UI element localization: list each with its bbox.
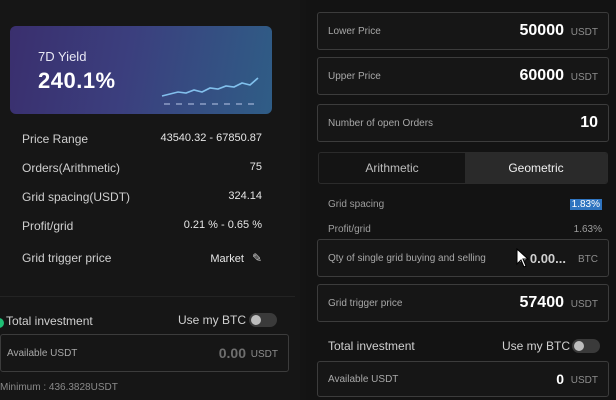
toggle-knob [574, 341, 584, 351]
stat-key: Grid spacing(USDT) [22, 190, 131, 204]
stat-profit-grid: Profit/grid 0.21 % - 0.65 % [22, 219, 262, 237]
qty-single-grid-unit: BTC [578, 254, 598, 265]
available-usdt-unit: USDT [250, 349, 278, 360]
tab-arithmetic[interactable]: Arithmetic [319, 153, 465, 183]
total-investment-label-right: Total investment [328, 339, 415, 353]
available-usdt-label: Available USDT [7, 348, 78, 359]
lower-price-unit: USDT [570, 27, 598, 38]
stat-key: Orders(Arithmetic) [22, 161, 121, 175]
yield-sparkline [161, 77, 259, 105]
available-usdt-amount: 0.00 [218, 345, 246, 361]
stat-value: 43540.32 - 67850.87 [160, 132, 262, 144]
grid-trigger-price-value: 57400 [519, 294, 565, 311]
open-orders-value: 10 [580, 114, 598, 131]
use-btc-toggle[interactable] [249, 313, 277, 327]
yield-value: 240.1% [38, 68, 116, 93]
qty-single-grid-label: Qty of single grid buying and selling [328, 253, 486, 264]
grid-spacing-value: 1.83% [569, 199, 602, 210]
available-usdt-value-right: 0 [556, 371, 564, 387]
trigger-mode: Market [210, 253, 244, 265]
open-orders-label: Number of open Orders [328, 118, 434, 129]
available-usdt-label-right: Available USDT [328, 374, 399, 385]
qty-single-grid-input[interactable]: Qty of single grid buying and selling > … [317, 239, 609, 277]
use-btc-label-right: Use my BTC [502, 339, 571, 353]
stat-key: Grid trigger price [22, 251, 112, 265]
stat-key: Profit/grid [22, 219, 74, 233]
profit-grid-label: Profit/grid [328, 224, 371, 235]
upper-price-label: Upper Price [328, 71, 381, 82]
stat-orders: Orders(Arithmetic) 75 [22, 161, 262, 179]
minimum-text: Minimum : 436.3828USDT [0, 382, 118, 393]
stat-value: 324.14 [228, 190, 262, 202]
stat-grid-spacing: Grid spacing(USDT) 324.14 [22, 190, 262, 208]
available-usdt-input[interactable]: Available USDT 0.00 USDT [0, 334, 289, 372]
lower-price-input[interactable]: Lower Price 50000 USDT [317, 12, 609, 50]
upper-price-unit: USDT [570, 72, 598, 83]
available-usdt-input-right[interactable]: Available USDT 0 USDT [317, 361, 609, 397]
stat-trigger-price[interactable]: Grid trigger price Market ✎ [22, 251, 262, 269]
grid-spacing-label: Grid spacing [328, 199, 385, 210]
yield-card[interactable]: 7D Yield 240.1% [10, 26, 272, 114]
grid-spacing-row: Grid spacing 1.83% [328, 199, 602, 213]
divider [0, 296, 295, 297]
upper-price-value: 60000 [519, 67, 565, 84]
total-investment-label: Total investment [6, 314, 93, 328]
mouse-cursor-icon [516, 248, 530, 268]
stat-price-range: Price Range 43540.32 - 67850.87 [22, 132, 262, 150]
mode-tabs: Arithmetic Geometric [318, 152, 608, 184]
toggle-knob [251, 315, 261, 325]
edit-pencil-icon[interactable]: ✎ [252, 251, 262, 265]
available-usdt-unit-right: USDT [570, 375, 598, 386]
stat-value: 75 [249, 161, 262, 173]
profit-grid-value: 1.63% [573, 224, 602, 235]
stat-key: Price Range [22, 132, 89, 146]
grid-trigger-price-label: Grid trigger price [328, 298, 403, 309]
open-orders-input[interactable]: Number of open Orders 10 [317, 104, 609, 142]
upper-price-input[interactable]: Upper Price 60000 USDT [317, 57, 609, 95]
lower-price-label: Lower Price [328, 26, 381, 37]
stat-value: 0.21 % - 0.65 % [183, 219, 262, 231]
grid-trigger-price-unit: USDT [570, 299, 598, 310]
use-btc-toggle-right[interactable] [572, 339, 600, 353]
profit-grid-row: Profit/grid 1.63% [328, 224, 602, 238]
lower-price-value: 50000 [519, 22, 565, 39]
tab-geometric[interactable]: Geometric [465, 153, 607, 183]
stat-value-with-edit[interactable]: Market ✎ [210, 251, 262, 265]
grid-trigger-price-input[interactable]: Grid trigger price 57400 USDT [317, 284, 609, 322]
use-btc-label: Use my BTC [178, 313, 247, 327]
yield-label: 7D Yield [38, 49, 87, 64]
